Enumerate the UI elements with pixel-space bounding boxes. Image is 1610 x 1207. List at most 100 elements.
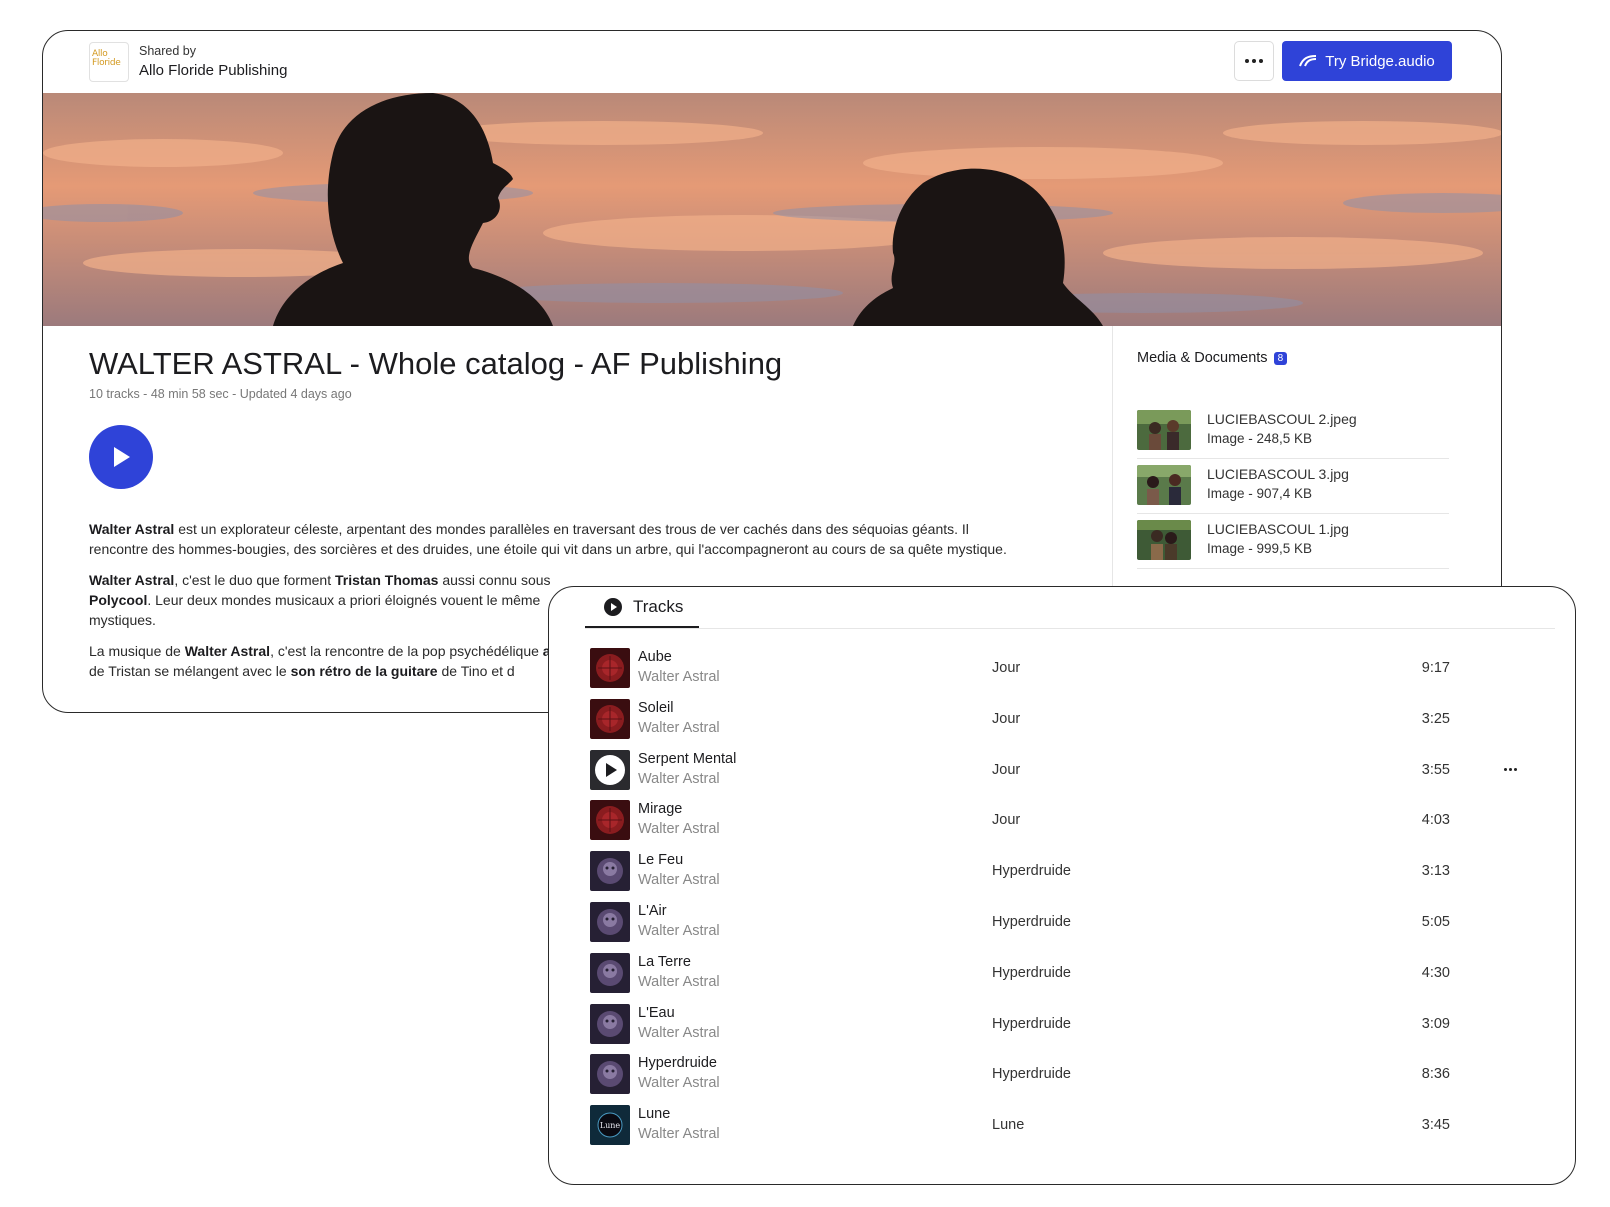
track-title: La Terre: [638, 953, 691, 970]
track-row[interactable]: Hyperdruide Walter Astral Hyperdruide 8:36: [590, 1054, 1550, 1106]
media-thumbnail: [1137, 520, 1191, 560]
cover-banner-image: [43, 93, 1501, 326]
track-title: Serpent Mental: [638, 750, 737, 767]
track-more-icon[interactable]: [1504, 767, 1517, 771]
track-title: Le Feu: [638, 852, 684, 869]
track-duration: 3:45: [1421, 1117, 1450, 1134]
tracks-tab-bar: Tracks: [585, 587, 1555, 629]
svg-text:Lune: Lune: [600, 1121, 621, 1130]
track-album: Jour: [992, 660, 1021, 676]
track-album: Jour: [992, 761, 1021, 778]
description-text: est un explorateur céleste, arpentant de…: [89, 521, 1007, 557]
track-title: L'Air: [638, 903, 667, 919]
playlist-meta: 10 tracks - 48 min 58 sec - Updated 4 da…: [89, 387, 352, 401]
track-duration: 8:36: [1421, 1066, 1450, 1083]
description-bold-text: Walter Astral: [184, 643, 271, 659]
track-row[interactable]: Soleil Walter Astral Jour 3:25: [590, 698, 1550, 751]
description-paragraph-3: La musique de Walter Astral, c'est la re…: [89, 641, 589, 681]
tab-tracks-label: Tracks: [633, 596, 684, 616]
description-bold-text: Polycool: [89, 592, 148, 608]
description-paragraph-2: Walter Astral, c'est le duo que forment …: [89, 570, 589, 630]
media-item[interactable]: LUCIEBASCOUL 1.jpg Image - 999,5 KB: [1137, 520, 1449, 572]
description-paragraph-1: Walter Astral est un explorateur céleste…: [89, 519, 1029, 559]
media-item[interactable]: LUCIEBASCOUL 3.jpg Image - 907,4 KB: [1137, 465, 1449, 517]
top-bar: Allo Floride Shared by Allo Floride Publ…: [43, 31, 1501, 93]
track-cover-art: [590, 648, 630, 688]
track-duration: 3:25: [1421, 710, 1450, 727]
description-text: de Tristan se mélangent avec le: [89, 663, 291, 679]
track-artist: Walter Astral: [638, 1126, 720, 1143]
track-row[interactable]: L'Eau Walter Astral Hyperdruide 3:09: [590, 1003, 1550, 1056]
description-text: , c'est la rencontre de la pop psychédél…: [270, 643, 543, 659]
media-name: LUCIEBASCOUL 2.jpeg: [1207, 411, 1357, 427]
track-row[interactable]: Lune Lune Walter Astral Lune 3:45: [590, 1105, 1550, 1157]
track-cover-art: [590, 800, 630, 841]
track-album: Hyperdruide: [992, 964, 1071, 981]
track-duration: 3:09: [1421, 1015, 1450, 1032]
track-cover-art: [590, 698, 630, 739]
description-bold-text: Tristan Thomas: [334, 572, 439, 588]
track-cover-art: [590, 1054, 630, 1095]
track-artist: Walter Astral: [638, 821, 720, 838]
description-bold-text: Walter Astral: [89, 521, 175, 537]
track-row[interactable]: L'Air Walter Astral Hyperdruide 5:05: [590, 902, 1550, 954]
media-separator: [1137, 458, 1449, 459]
track-title: L'Eau: [638, 1004, 675, 1021]
play-icon: [114, 447, 130, 467]
description-bold-text: son rétro de la guitare: [290, 663, 438, 679]
track-duration: 3:55: [1421, 761, 1450, 778]
playlist-title: WALTER ASTRAL - Whole catalog - AF Publi…: [89, 346, 783, 381]
track-artist: Walter Astral: [638, 973, 720, 990]
track-artist: Walter Astral: [638, 669, 720, 685]
media-info: Image - 907,4 KB: [1207, 486, 1313, 501]
description-bold-text: Walter Astral: [89, 572, 175, 588]
track-row[interactable]: La Terre Walter Astral Hyperdruide 4:30: [590, 952, 1550, 1005]
shared-by-label: Shared by: [139, 44, 196, 58]
track-artist: Walter Astral: [638, 1024, 720, 1041]
track-title: Aube: [638, 649, 672, 665]
description-text: aussi connu sous: [438, 572, 551, 588]
track-title: Lune: [638, 1106, 671, 1123]
track-album: Hyperdruide: [992, 1066, 1071, 1083]
tab-tracks[interactable]: Tracks: [585, 587, 699, 628]
track-duration: 5:05: [1421, 914, 1450, 930]
track-album: Hyperdruide: [992, 914, 1071, 930]
track-artist: Walter Astral: [638, 1075, 720, 1092]
track-title: Hyperdruide: [638, 1055, 717, 1072]
track-row[interactable]: Mirage Walter Astral Jour 4:03: [590, 800, 1550, 852]
media-separator: [1137, 513, 1449, 514]
more-options-button[interactable]: [1234, 41, 1274, 81]
media-separator: [1137, 568, 1449, 569]
media-count-badge: 8: [1273, 351, 1288, 365]
track-album: Jour: [992, 710, 1021, 727]
publisher-logo: Allo Floride: [89, 42, 129, 82]
publisher-logo-text: Allo Floride: [92, 49, 121, 68]
track-row[interactable]: Le Feu Walter Astral Hyperdruide 3:13: [590, 851, 1550, 903]
publisher-name: Allo Floride Publishing: [139, 62, 288, 79]
description-text: de Tino et d: [437, 663, 515, 679]
track-title: Mirage: [638, 801, 683, 818]
media-thumbnail: [1137, 465, 1191, 505]
media-thumbnail: [1137, 410, 1191, 450]
track-cover-art: [590, 851, 630, 892]
media-item[interactable]: LUCIEBASCOUL 2.jpeg Image - 248,5 KB: [1137, 410, 1449, 462]
description-text: La musique de: [89, 643, 185, 659]
play-circle-icon: [604, 597, 622, 616]
media-documents-label: Media & Documents: [1137, 350, 1268, 366]
track-row[interactable]: Aube Walter Astral Jour 9:17: [590, 648, 1550, 700]
track-duration: 3:13: [1421, 863, 1450, 880]
media-info: Image - 999,5 KB: [1207, 541, 1313, 556]
track-artist: Walter Astral: [638, 770, 720, 787]
track-cover-art: [590, 952, 630, 993]
track-duration: 4:03: [1421, 812, 1450, 829]
track-play-button[interactable]: [590, 749, 630, 790]
track-cover-art: [590, 1003, 630, 1044]
description-text: . Leur deux mondes musicaux a priori élo…: [89, 592, 541, 628]
track-artist: Walter Astral: [638, 923, 720, 939]
play-all-button[interactable]: [89, 425, 153, 489]
media-name: LUCIEBASCOUL 1.jpg: [1207, 521, 1349, 537]
try-bridge-button[interactable]: Try Bridge.audio: [1282, 41, 1452, 81]
track-row[interactable]: Serpent Mental Walter Astral Jour 3:55: [590, 749, 1550, 802]
tracks-panel: Tracks Aube Walter Astral Jour 9:17 Soleil Wa…: [548, 586, 1576, 1185]
track-duration: 4:30: [1421, 964, 1450, 981]
